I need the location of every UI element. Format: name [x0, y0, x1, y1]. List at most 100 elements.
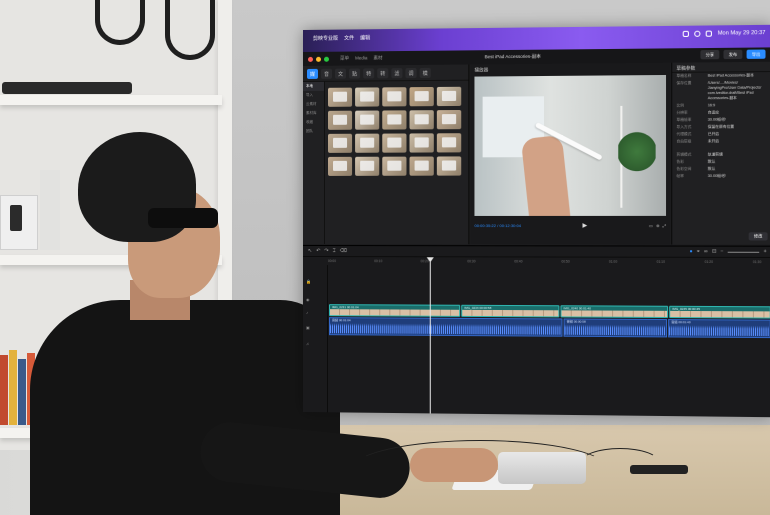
media-thumbnail[interactable] [382, 156, 407, 176]
inspector-value: 轨道剪辑 [707, 152, 723, 157]
keyboard-on-shelf [2, 82, 132, 94]
search-icon[interactable] [694, 30, 701, 37]
play-icon[interactable]: ▶ [582, 222, 587, 229]
app-menu-item[interactable]: 素材 [373, 55, 382, 61]
preview-video[interactable] [474, 74, 667, 216]
control-center-icon[interactable] [683, 30, 690, 38]
audio-clip-name: 音频 00:01:04 [332, 318, 351, 323]
media-tab[interactable]: 模 [419, 67, 431, 79]
undo-icon[interactable]: ↶ [316, 248, 320, 254]
audio-clip-name: 音频 00:00:58 [566, 319, 586, 324]
menubar-file[interactable]: 文件 [344, 34, 354, 41]
eye-icon[interactable]: ◉ [306, 297, 309, 302]
media-sidebar-item[interactable]: 素材库 [303, 109, 324, 118]
ruler-mark: 00:40 [514, 259, 523, 264]
media-thumbnail[interactable] [328, 87, 353, 107]
edit-draft-button[interactable]: 修改 [748, 232, 768, 241]
minimize-icon[interactable] [315, 56, 321, 62]
media-thumbnail[interactable] [328, 110, 353, 130]
media-sidebar-item[interactable]: 云素材 [303, 100, 324, 109]
inspector-value: /Users/..../Movies/ JianyingPro/User Dat… [707, 80, 762, 101]
media-thumbnail[interactable] [328, 156, 353, 176]
camera-box-art [10, 205, 22, 231]
lock-icon[interactable]: 🔒 [306, 279, 311, 284]
ratio-icon[interactable]: ▭ [649, 223, 653, 228]
zoom-out-icon[interactable]: − [721, 249, 724, 255]
media-sidebar-item[interactable]: 导入 [303, 91, 324, 100]
media-tab[interactable]: 特 [363, 68, 375, 79]
media-thumbnail[interactable] [382, 133, 407, 153]
app-menu-item[interactable]: Media [355, 55, 367, 61]
video-clip[interactable]: IMG_0240 00:01:40 [560, 305, 669, 319]
split-icon[interactable]: ⌶ [333, 248, 336, 254]
inspector-rows: 草稿名称 Best iPad Accessories-副本 保存位置/Users/.… [672, 72, 770, 145]
record-icon[interactable]: ● [690, 249, 693, 255]
audio-clip[interactable]: 音频 00:01:40 [668, 319, 770, 339]
publish-button[interactable]: 发布 [723, 49, 743, 60]
media-tab[interactable]: 音 [320, 68, 333, 79]
video-clip[interactable]: IMG_0231 00:01:04 [329, 304, 461, 317]
zoom-in-icon[interactable]: + [763, 249, 766, 255]
media-sidebar: 本地 导入 云素材 素材库 收藏 团队 [303, 81, 325, 245]
delete-icon[interactable]: ⌫ [340, 248, 347, 254]
snap-icon[interactable]: ⌖ [697, 249, 700, 255]
fullscreen-icon[interactable]: ⤢ [663, 223, 666, 228]
redo-icon[interactable]: ↷ [324, 248, 328, 254]
media-thumbnail[interactable] [409, 86, 434, 107]
audio-track-icon[interactable]: ♫ [306, 341, 309, 346]
ruler-mark: 00:20 [420, 259, 429, 264]
inspector-key: 色彩空间 [676, 166, 692, 171]
audio-clip[interactable]: 音频 00:01:04 [329, 317, 563, 337]
export-button[interactable]: 导出 [746, 49, 766, 59]
zoom-icon[interactable]: ⊕ [656, 223, 659, 228]
inspector-key: 分辨率 [676, 110, 688, 115]
media-thumbnail[interactable] [382, 110, 407, 130]
share-button[interactable]: 分享 [700, 49, 720, 60]
ar-glasses [148, 208, 218, 228]
inspector-value: 自适应 [707, 110, 720, 115]
media-tab[interactable]: 调 [405, 67, 417, 79]
media-thumbnail[interactable] [409, 133, 434, 153]
select-tool-icon[interactable]: ↖ [308, 248, 312, 254]
media-tab[interactable]: 媒 [306, 68, 318, 79]
media-tab[interactable]: 文 [335, 68, 347, 79]
media-thumbnail[interactable] [328, 133, 353, 153]
media-sidebar-item[interactable]: 团队 [303, 127, 324, 136]
preview-axis-icon[interactable]: ⊟ [712, 249, 716, 255]
media-thumbnail[interactable] [436, 86, 462, 107]
media-thumbnail[interactable] [382, 87, 407, 107]
media-thumbnail[interactable] [355, 110, 380, 130]
media-thumbnail[interactable] [436, 156, 462, 176]
media-thumbnail[interactable] [355, 87, 380, 107]
link-icon[interactable]: ∞ [704, 249, 708, 255]
maximize-icon[interactable] [323, 56, 330, 62]
menubar-app-name[interactable]: 剪映专业版 [313, 35, 338, 42]
video-track-icon[interactable]: ▣ [306, 325, 310, 330]
menubar-edit[interactable]: 编辑 [360, 34, 370, 41]
audio-clip[interactable]: 音频 00:00:58 [563, 318, 668, 338]
media-thumbnail[interactable] [355, 156, 380, 176]
timeline-ruler[interactable]: 00:00 00:10 00:20 00:30 00:40 00:50 01:00 01:10… [328, 257, 770, 266]
media-sidebar-item[interactable]: 收藏 [303, 118, 324, 127]
playhead[interactable] [429, 257, 431, 415]
app-menu-item[interactable]: 菜单 [340, 56, 349, 62]
media-tab[interactable]: 贴 [349, 68, 361, 79]
zoom-slider[interactable] [727, 251, 760, 253]
wifi-icon[interactable] [706, 30, 713, 37]
media-thumbnail[interactable] [355, 133, 380, 153]
media-thumbnail[interactable] [436, 133, 462, 153]
ruler-mark: 00:30 [467, 259, 476, 264]
menubar-datetime[interactable]: Mon May 29 20:37 [718, 30, 766, 37]
media-tab[interactable]: 滤 [391, 68, 403, 79]
ruler-mark: 01:20 [704, 259, 713, 265]
inspector-key: 帧率 [676, 173, 684, 179]
media-thumbnail[interactable] [436, 109, 462, 130]
media-sidebar-item[interactable]: 本地 [303, 81, 324, 91]
media-tab[interactable]: 转 [377, 68, 389, 79]
media-thumbnail[interactable] [409, 110, 434, 130]
video-clip[interactable]: IMG_0245 00:00:45 [669, 305, 770, 319]
video-clip[interactable]: IMG_0234 00:00:58 [461, 304, 560, 318]
media-thumbnail[interactable] [409, 156, 434, 176]
mute-icon[interactable]: ♪ [306, 310, 308, 315]
close-icon[interactable] [307, 56, 313, 62]
